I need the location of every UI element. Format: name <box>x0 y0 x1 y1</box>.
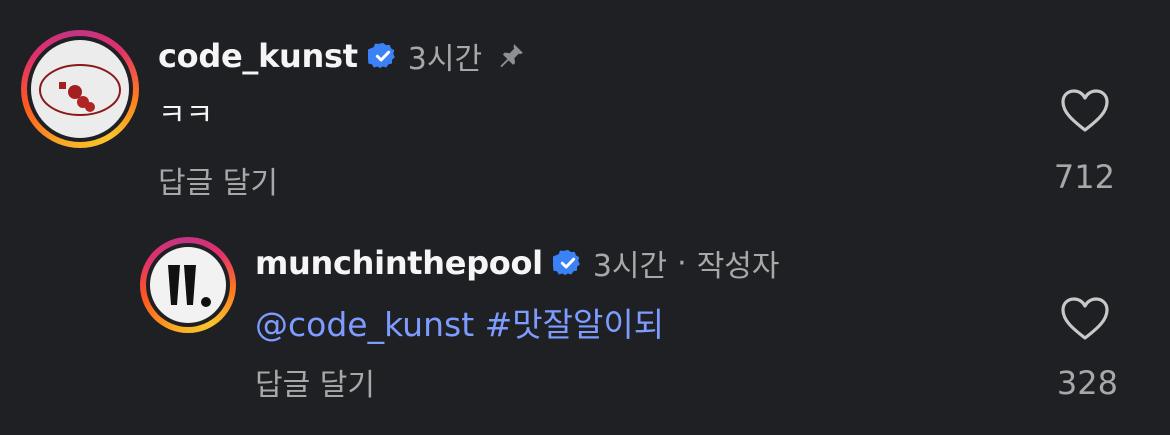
username[interactable]: code_kunst <box>158 37 358 75</box>
reply-button[interactable]: 답글 달기 <box>158 158 278 202</box>
heart-icon[interactable] <box>1060 296 1110 342</box>
like-count: 328 <box>1056 364 1118 402</box>
comment-item: code_kunst 3시간 ㅋㅋ 답글 달기 712 <box>0 0 1170 210</box>
avatar[interactable] <box>150 247 226 323</box>
pin-icon <box>500 44 523 68</box>
story-ring[interactable] <box>21 30 139 148</box>
username[interactable]: munchinthepool <box>255 244 543 282</box>
verified-badge-icon <box>367 42 395 69</box>
author-label: 작성자 <box>696 249 780 284</box>
timestamp: 3시간 <box>592 249 668 284</box>
avatar[interactable] <box>31 40 129 138</box>
reply-button[interactable]: 답글 달기 <box>255 360 375 404</box>
comment-header: code_kunst 3시간 <box>158 34 526 78</box>
verified-badge-icon <box>552 249 580 276</box>
separator: · <box>677 245 687 281</box>
story-ring[interactable] <box>140 237 236 333</box>
comment-text: ㅋㅋ <box>158 98 214 133</box>
heart-icon[interactable] <box>1060 88 1110 134</box>
reply-item: munchinthepool 3시간 · 작성자 @code_kunst #맛잘… <box>0 210 1170 435</box>
code-kunst-logo-icon <box>39 64 121 116</box>
like-count: 712 <box>1053 158 1115 196</box>
comment-header: munchinthepool 3시간 · 작성자 <box>255 241 780 285</box>
timestamp: 3시간 <box>407 42 483 77</box>
comment-text[interactable]: @code_kunst #맛잘알이되 <box>255 298 664 346</box>
munchinthepool-logo-icon <box>168 265 211 307</box>
